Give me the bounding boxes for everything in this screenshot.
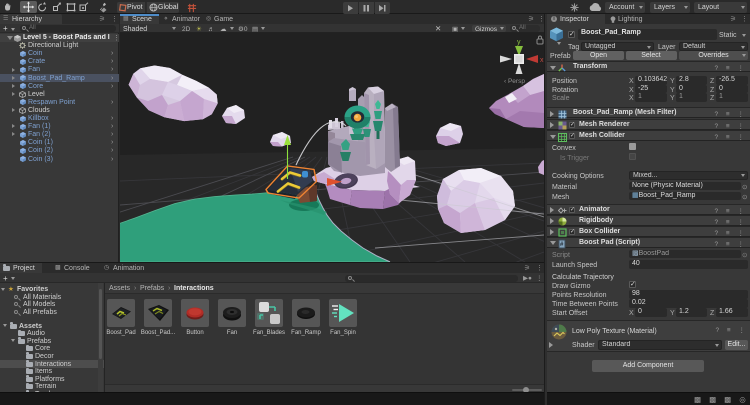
- svg-text:y: y: [517, 39, 521, 46]
- svg-text:‹ Persp: ‹ Persp: [504, 78, 525, 85]
